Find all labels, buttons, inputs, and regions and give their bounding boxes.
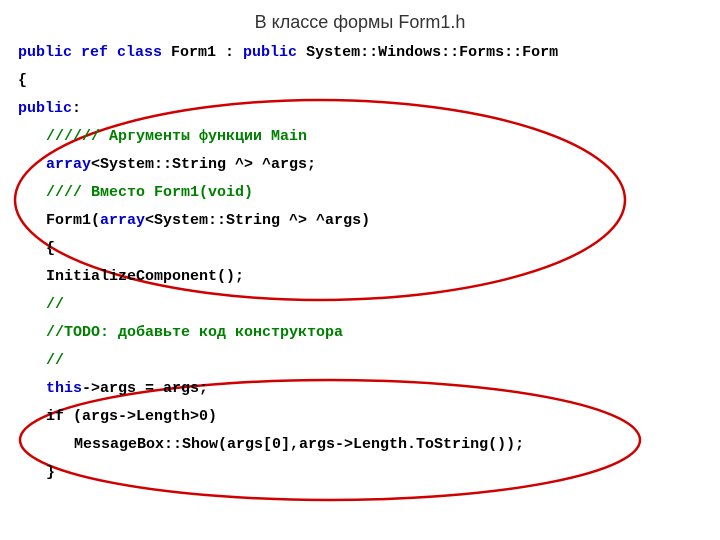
code-line: if (args->Length>0) [18, 403, 720, 431]
code-line: Form1(array<System::String ^> ^args) [18, 207, 720, 235]
code-line: } [18, 459, 720, 487]
code-line: //// Вместо Form1(void) [18, 179, 720, 207]
code-line: // [18, 347, 720, 375]
code-line: { [18, 235, 720, 263]
code-line: //TODO: добавьте код конструктора [18, 319, 720, 347]
code-line: MessageBox::Show(args[0],args->Length.To… [18, 431, 720, 459]
code-line: { [18, 67, 720, 95]
code-line: public ref class Form1 : public System::… [18, 39, 720, 67]
code-line: array<System::String ^> ^args; [18, 151, 720, 179]
code-line: ////// Аргументы функции Main [18, 123, 720, 151]
code-line: public: [18, 95, 720, 123]
code-block: public ref class Form1 : public System::… [0, 39, 720, 487]
code-line: this->args = args; [18, 375, 720, 403]
slide-title: В классе формы Form1.h [0, 0, 720, 39]
code-line: // [18, 291, 720, 319]
code-line: InitializeComponent(); [18, 263, 720, 291]
